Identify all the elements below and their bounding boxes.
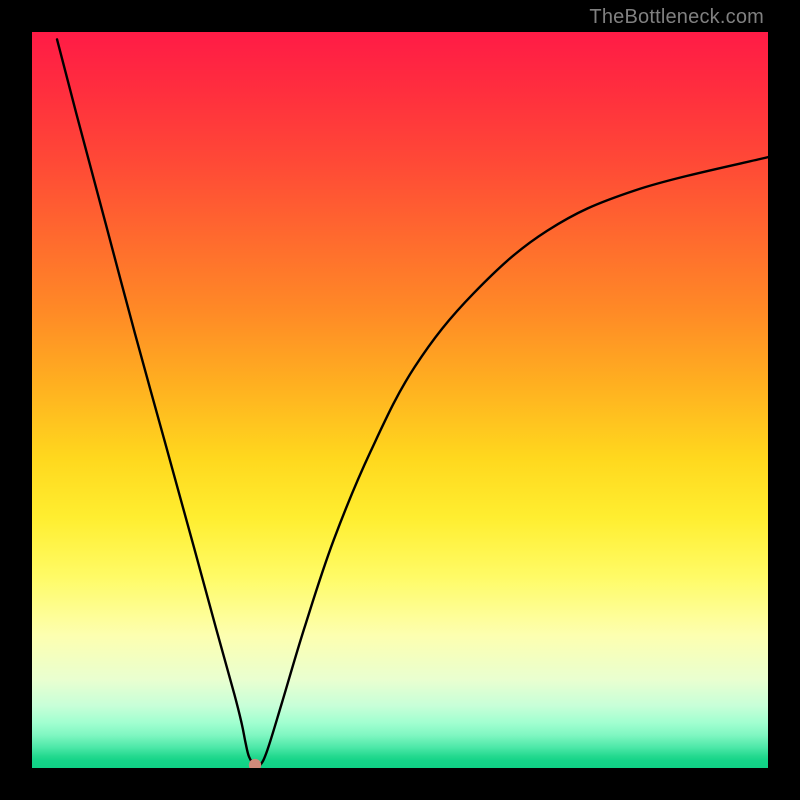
bottleneck-curve-svg	[32, 32, 768, 768]
plot-area	[32, 32, 768, 768]
outer-black-frame: TheBottleneck.com	[0, 0, 800, 800]
watermark-text: TheBottleneck.com	[589, 6, 764, 29]
bottleneck-curve-path	[57, 39, 768, 766]
